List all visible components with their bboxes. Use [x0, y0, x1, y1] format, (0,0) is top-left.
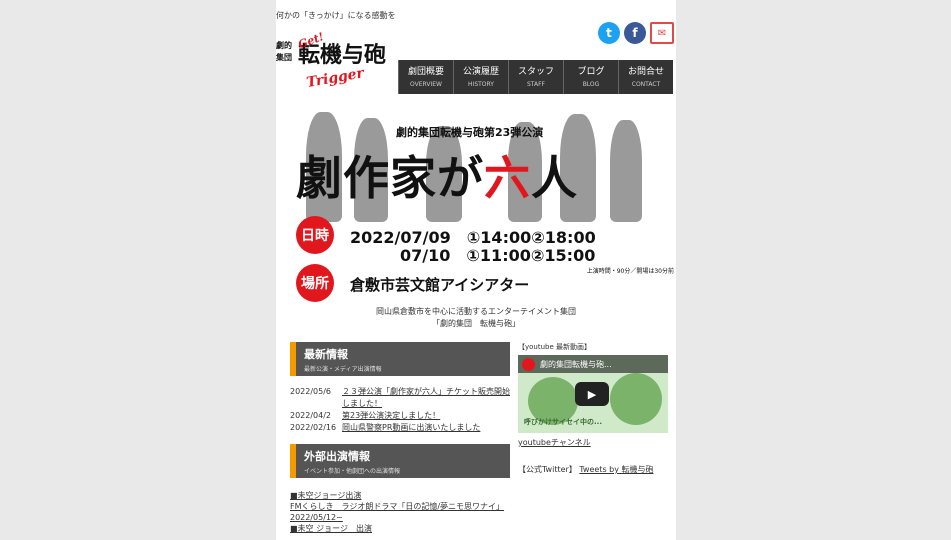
logo-prefix: 劇的	[276, 40, 292, 50]
silhouette	[610, 120, 642, 222]
news-link[interactable]: ２３弾公演「劇作家が六人」チケット販売開始しました！	[342, 386, 510, 410]
nav-staff[interactable]: スタッフ STAFF	[508, 60, 563, 94]
nav-contact[interactable]: お問合せ CONTACT	[618, 60, 673, 94]
video-title-bar: 劇的集団転機与砲...	[518, 355, 668, 373]
venue-name: 倉敷市芸文館アイシアター	[350, 276, 530, 294]
mail-icon[interactable]: ✉	[650, 22, 674, 44]
list-item: 2022/05/6 ２３弾公演「劇作家が六人」チケット販売開始しました！	[290, 386, 510, 410]
external-item[interactable]: ■未空 ジョージ 出演	[290, 523, 510, 534]
play-icon[interactable]: ▶	[575, 382, 609, 406]
twitter-section: 【公式Twitter】 Tweets by 転機与砲	[518, 465, 654, 474]
hero-subtitle: 劇的集団転機与砲第23弾公演	[396, 126, 544, 139]
youtube-channel-link[interactable]: youtubeチャンネル	[518, 437, 674, 448]
video-thumbnail-art	[610, 373, 662, 425]
venue-badge: 場所	[296, 264, 334, 302]
performance-date-2: 07/10 ①11:00②15:00	[400, 246, 596, 265]
facebook-icon[interactable]: f	[624, 22, 646, 44]
hero-banner: 劇的集団転機与砲第23弾公演 劇作家が六人 日時 2022/07/09 ①14:…	[276, 96, 676, 308]
intro-text: 岡山県倉敷市を中心に活動するエンターテイメント集団 「劇的集団 転機与砲」	[376, 307, 576, 328]
list-item: 2022/02/16 岡山県警察PR動画に出演いたしました	[290, 422, 481, 434]
runtime-note: 上演時間・90分／開場は30分前	[586, 268, 674, 275]
channel-avatar	[522, 358, 535, 371]
date-badge: 日時	[296, 216, 334, 254]
sidebar: 【youtube 最新動画】 劇的集団転機与砲... ▶ 呼びかけサイセイ中の.…	[518, 342, 674, 475]
youtube-label: 【youtube 最新動画】	[518, 343, 592, 351]
news-header: 最新情報 最新公演・メディア出演情報	[290, 342, 510, 376]
news-list: 2022/05/6 ２３弾公演「劇作家が六人」チケット販売開始しました！ 2022…	[290, 386, 510, 434]
twitter-icon[interactable]: t	[598, 22, 620, 44]
external-item[interactable]: ■未空ジョージ出演	[290, 490, 510, 501]
twitter-timeline-link[interactable]: Tweets by 転機与砲	[579, 465, 653, 474]
nav-blog[interactable]: ブログ BLOG	[563, 60, 618, 94]
list-item: 2022/04/2 第23弾公演決定しました！	[290, 410, 441, 422]
nav-history[interactable]: 公演履歴 HISTORY	[453, 60, 508, 94]
site-logo[interactable]: 劇的 集団 転機与砲 Trigger Get!	[276, 22, 396, 94]
main-column: 最新情報 最新公演・メディア出演情報 2022/05/6 ２３弾公演「劇作家が六人…	[290, 342, 510, 534]
youtube-embed[interactable]: 劇的集団転機与砲... ▶ 呼びかけサイセイ中の...	[518, 355, 668, 433]
hero-title: 劇作家が六人	[296, 151, 578, 205]
main-nav: 劇団概要 OVERVIEW 公演履歴 HISTORY スタッフ STAFF ブログ BL…	[398, 60, 673, 94]
external-item[interactable]: 2022/05/12~	[290, 512, 510, 523]
external-header: 外部出演情報 イベント参加・他劇団への出演情報	[290, 444, 510, 478]
external-list: ■未空ジョージ出演 FMくらしき ラジオ朗ドラマ「日の記憶/夢ニモ思ワナイ」 2…	[290, 490, 510, 534]
logo-script-text: Trigger	[305, 65, 366, 91]
site-tagline: 何かの「きっかけ」になる感動を	[276, 11, 396, 20]
nav-overview[interactable]: 劇団概要 OVERVIEW	[398, 60, 453, 94]
video-caption: 呼びかけサイセイ中の...	[524, 418, 602, 426]
news-link[interactable]: 第23弾公演決定しました！	[342, 410, 440, 422]
external-item[interactable]: FMくらしき ラジオ朗ドラマ「日の記憶/夢ニモ思ワナイ」	[290, 501, 510, 512]
social-links: t f ✉	[598, 22, 674, 44]
page-container: 何かの「きっかけ」になる感動を 劇的 集団 転機与砲 Trigger Get! …	[276, 0, 676, 540]
svg-text:集団: 集団	[276, 52, 292, 62]
news-link[interactable]: 岡山県警察PR動画に出演いたしました	[342, 422, 480, 434]
